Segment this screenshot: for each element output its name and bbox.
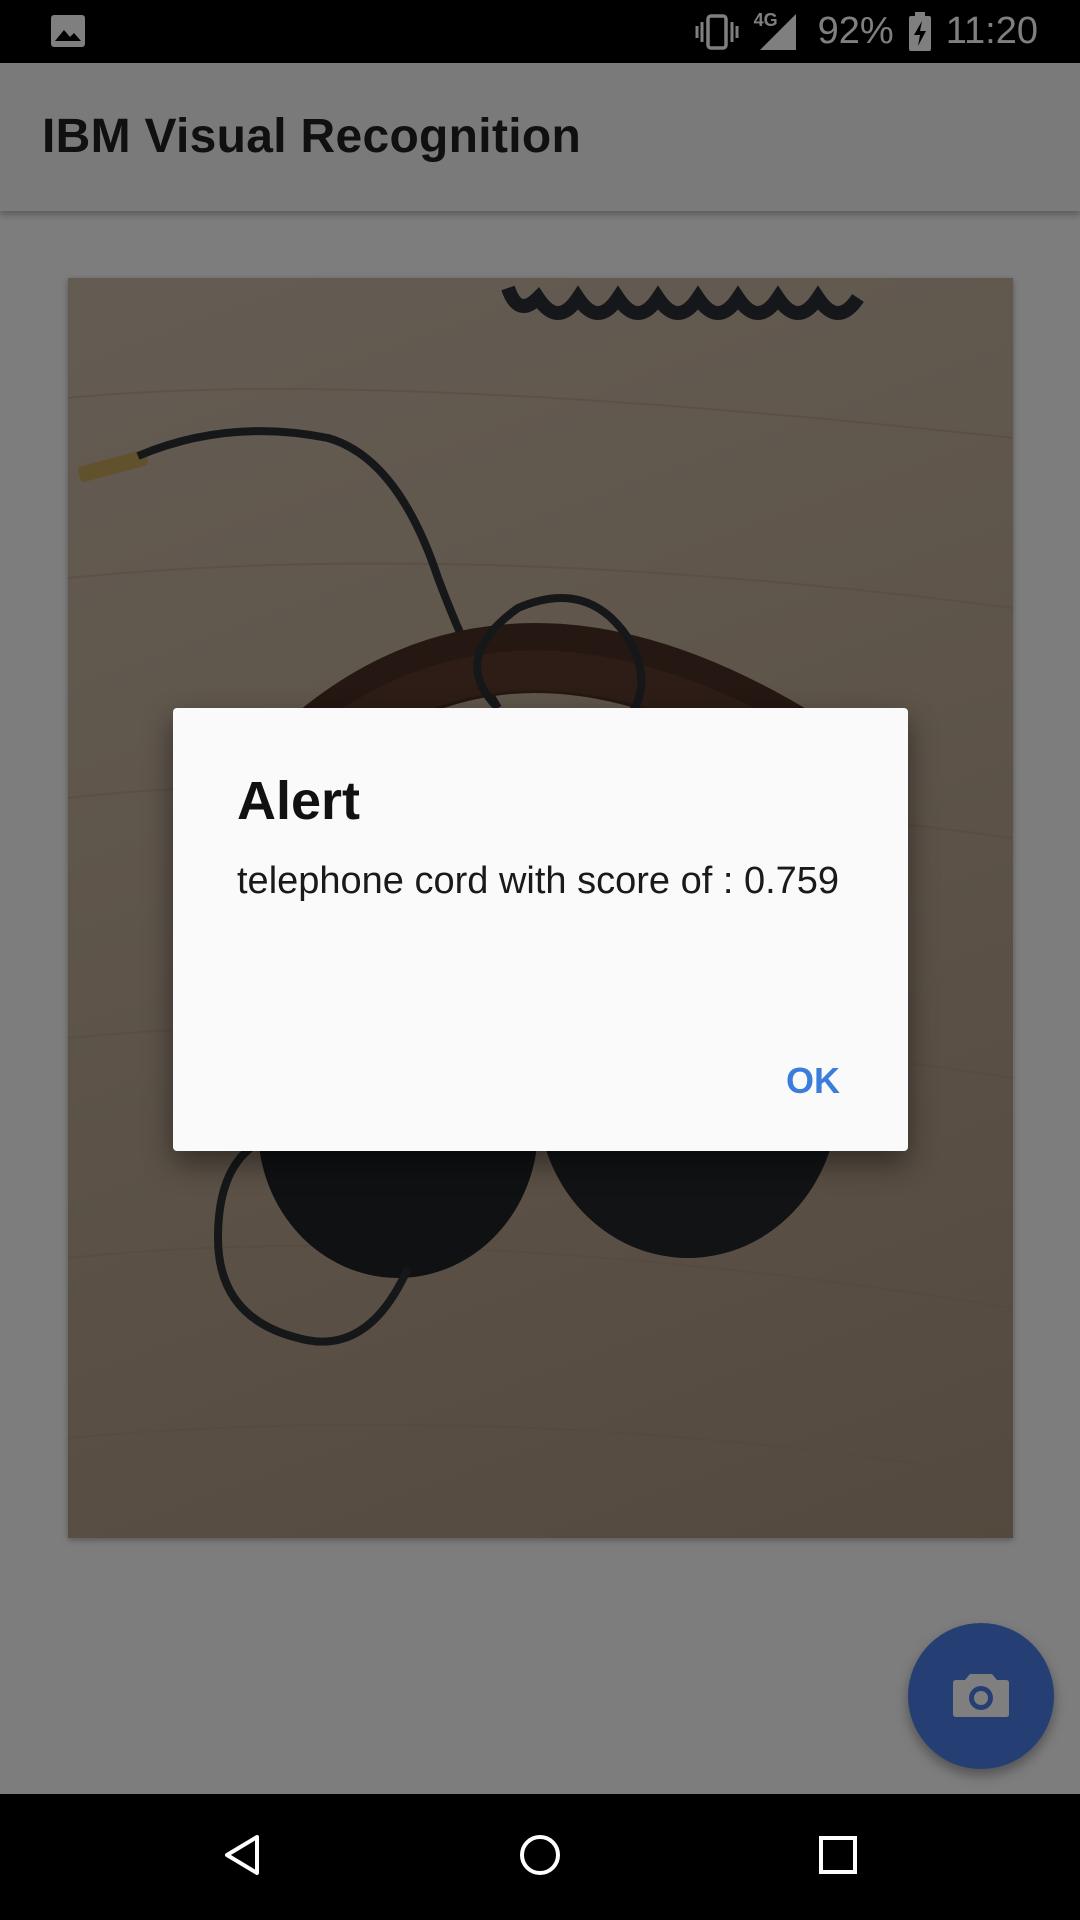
ok-button[interactable]: OK xyxy=(766,1048,860,1114)
back-icon xyxy=(221,1833,261,1882)
navigation-bar xyxy=(0,1794,1080,1920)
dialog-title: Alert xyxy=(237,771,361,831)
home-icon xyxy=(518,1833,562,1882)
recents-button[interactable] xyxy=(803,1822,873,1892)
back-button[interactable] xyxy=(206,1822,276,1892)
recents-icon xyxy=(818,1835,858,1880)
dialog-message: telephone cord with score of : 0.759 xyxy=(237,860,840,902)
alert-dialog: Alert telephone cord with score of : 0.7… xyxy=(173,708,908,1151)
home-button[interactable] xyxy=(505,1822,575,1892)
screen: 4G 92% 11:20 IBM Visual Recognition xyxy=(0,0,1080,1920)
